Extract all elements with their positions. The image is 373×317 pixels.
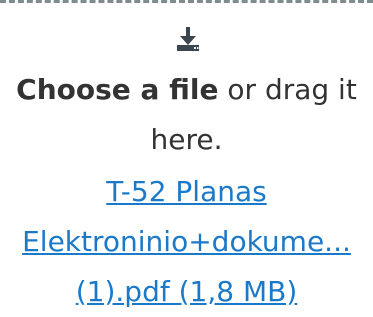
file-name-line-1: T-52 Planas (106, 175, 267, 208)
dropzone-prompt: Choose a file or drag it here. (10, 65, 363, 165)
choose-file-button[interactable]: Choose a file (16, 73, 218, 106)
file-name-line-2: Elektroninio+dokume... (22, 225, 351, 258)
download-tray-icon (177, 27, 199, 51)
file-name-line-3: (1).pdf (1,8 MB) (75, 275, 298, 308)
selected-file-link[interactable]: T-52 Planas Elektroninio+dokume... (1).p… (10, 167, 363, 317)
file-dropzone[interactable]: Choose a file or drag it here. T-52 Plan… (0, 0, 373, 308)
